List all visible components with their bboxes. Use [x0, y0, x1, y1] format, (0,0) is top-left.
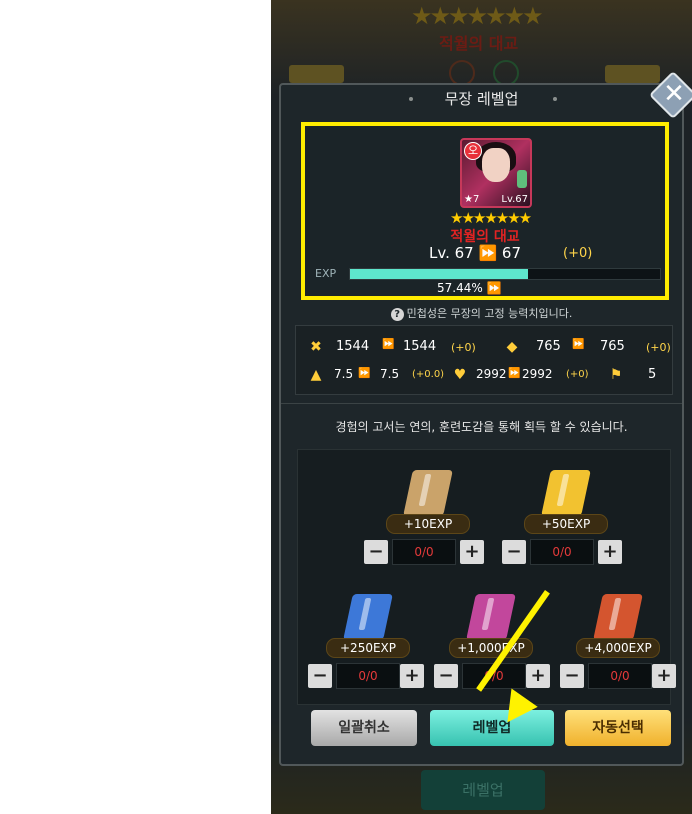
minus-button[interactable]: − [308, 664, 332, 688]
minus-button[interactable]: − [560, 664, 584, 688]
faction-badge-icon: 오 [464, 142, 482, 160]
defense-to: 765 [600, 339, 625, 354]
defense-from: 765 [536, 339, 561, 354]
attack-arrow-icon: ⏩ [382, 339, 395, 350]
exp-tag: +50EXP [524, 514, 608, 534]
speed-to: 7.5 [380, 367, 400, 381]
guide-text: 경험의 고서는 연의, 훈련도감을 통해 획득 할 수 있습니다. [335, 420, 628, 434]
books-panel: +10EXP − 0/0 + +50EXP − 0/0 + +250EXP − … [297, 449, 676, 705]
health-to: 2992 [522, 367, 553, 381]
speed-icon: ▲ [310, 367, 322, 383]
background-tab-left [289, 65, 344, 83]
background-stars: ★★★★★★★ [411, 2, 544, 30]
hero-portrait [482, 148, 510, 182]
exp-tag: +1,000EXP [449, 638, 533, 658]
exp-book-1000[interactable] [463, 588, 519, 644]
card-level: Lv.67 [501, 194, 528, 205]
game-screen: ★★★★★★★ 적월의 대교 레벨업 무장 레벨업 오 ★7 Lv.67 ★★★… [271, 0, 692, 814]
defense-icon: ◆ [506, 339, 518, 355]
plus-button[interactable]: + [526, 664, 550, 688]
plus-button[interactable]: + [460, 540, 484, 564]
attack-to: 1544 [403, 339, 437, 354]
stats-panel: ✖ 1544 ⏩ 1544 (+0) ◆ 765 ⏩ 765 (+0) ▲ 7.… [295, 325, 673, 395]
exp-book-50[interactable] [538, 464, 594, 520]
exp-label: EXP [315, 267, 337, 280]
hero-stars: ★★★★★★★ [450, 209, 532, 227]
level-plus: (+0) [563, 246, 593, 261]
plus-button[interactable]: + [400, 664, 424, 688]
levelup-button[interactable]: 레벨업 [430, 710, 554, 746]
health-from: 2992 [476, 367, 507, 381]
health-plus: (+0) [566, 369, 589, 380]
title-dot-right [553, 97, 557, 101]
defense-arrow-icon: ⏩ [572, 339, 585, 350]
info-text: 민첩성은 무장의 고정 능력치입니다. [406, 307, 573, 320]
quantity-field[interactable]: 0/0 [588, 663, 652, 689]
auto-select-button[interactable]: 자동선택 [565, 710, 671, 746]
card-star-count: ★7 [464, 194, 480, 205]
exp-book-4000[interactable] [590, 588, 646, 644]
exp-book-10[interactable] [400, 464, 456, 520]
cancel-all-button[interactable]: 일괄취소 [311, 710, 417, 746]
health-icon: ♥ [453, 367, 467, 383]
exp-book-250[interactable] [340, 588, 396, 644]
speed-plus: (+0.0) [412, 369, 445, 380]
level-change: Lv. 67 ⏩ 67 [429, 244, 521, 262]
hero-name: 적월의 대교 [450, 229, 520, 245]
health-arrow-icon: ⏩ [508, 368, 521, 379]
agility-icon: ⚑ [609, 367, 623, 383]
sword-icon [517, 170, 527, 188]
attack-icon: ✖ [310, 339, 322, 355]
info-line: ? 민첩성은 무장의 고정 능력치입니다. [281, 305, 682, 321]
dialog-title: 무장 레벨업 [444, 90, 519, 108]
exp-bar [349, 268, 661, 280]
defense-plus: (+0) [646, 341, 671, 354]
speed-from: 7.5 [334, 367, 354, 381]
minus-button[interactable]: − [434, 664, 458, 688]
background-levelup-button: 레벨업 [421, 770, 545, 810]
background-hero-name: 적월의 대교 [439, 34, 519, 53]
close-icon[interactable]: ✕ [656, 76, 692, 112]
minus-button[interactable]: − [364, 540, 388, 564]
hero-panel: 오 ★7 Lv.67 ★★★★★★★ 적월의 대교 Lv. 67 ⏩ 67 (+… [301, 122, 669, 300]
quantity-field[interactable]: 0/0 [530, 539, 594, 565]
speed-arrow-icon: ⏩ [358, 368, 371, 379]
exp-tag: +250EXP [326, 638, 410, 658]
plus-button[interactable]: + [598, 540, 622, 564]
quantity-field[interactable]: 0/0 [336, 663, 400, 689]
attack-plus: (+0) [451, 341, 476, 354]
hero-card[interactable]: 오 ★7 Lv.67 [460, 138, 532, 208]
quantity-field[interactable]: 0/0 [392, 539, 456, 565]
levelup-dialog: 무장 레벨업 오 ★7 Lv.67 ★★★★★★★ 적월의 대교 Lv. 67 … [279, 83, 684, 766]
exp-bar-fill [350, 269, 529, 279]
plus-button[interactable]: + [652, 664, 676, 688]
exp-tag: +4,000EXP [576, 638, 660, 658]
background-tab-right [605, 65, 660, 83]
section-divider [281, 403, 682, 404]
attack-from: 1544 [336, 339, 370, 354]
minus-button[interactable]: − [502, 540, 526, 564]
exp-percent: 57.44% ⏩ [437, 281, 502, 295]
question-icon[interactable]: ? [390, 308, 404, 321]
agility-value: 5 [648, 367, 657, 382]
exp-tag: +10EXP [386, 514, 470, 534]
